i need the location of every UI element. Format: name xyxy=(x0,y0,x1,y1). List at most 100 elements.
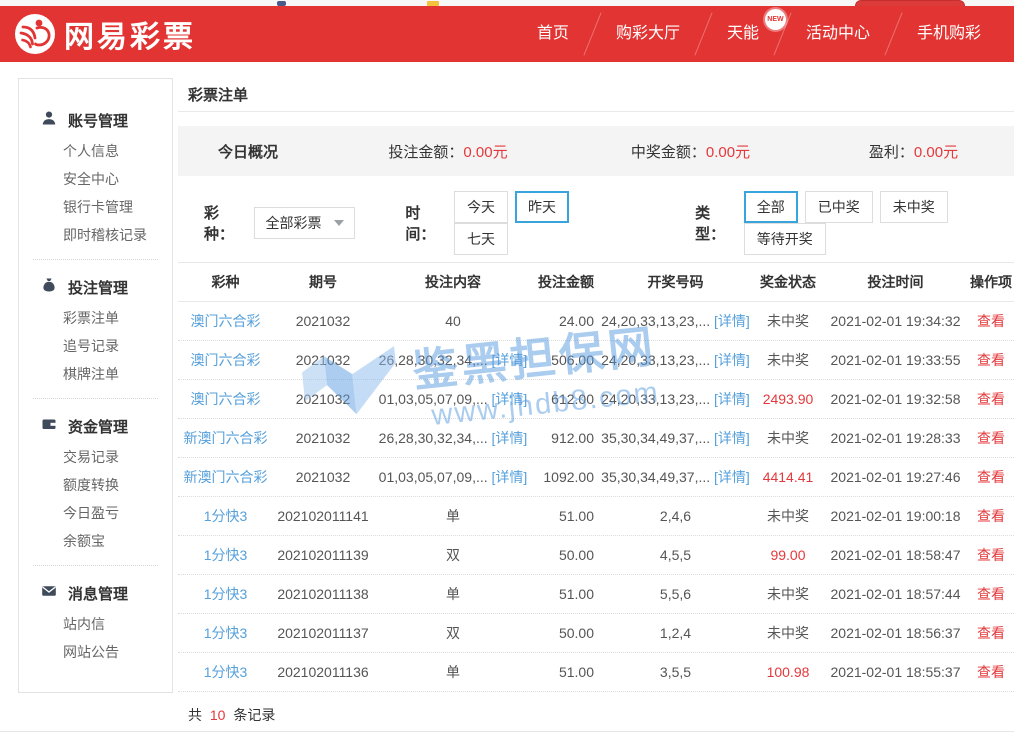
view-link[interactable]: 查看 xyxy=(968,311,1014,331)
bet-amount: 1092.00 xyxy=(533,469,598,485)
bet-content: 双 xyxy=(373,545,533,565)
view-link[interactable]: 查看 xyxy=(968,545,1014,565)
nav-item-0[interactable]: 首页 xyxy=(514,6,592,62)
bet-amount: 612.00 xyxy=(533,391,598,407)
overview-title: 今日概况 xyxy=(178,141,328,162)
user-icon xyxy=(41,110,57,130)
time-btns-2[interactable]: 七天 xyxy=(454,223,508,255)
detail-link[interactable]: [详情] xyxy=(492,391,528,407)
detail-link[interactable]: [详情] xyxy=(714,469,750,485)
draw-numbers: 35,30,34,49,37,... [详情] xyxy=(598,428,753,448)
nav-item-2[interactable]: 天能NEW xyxy=(704,6,782,62)
sidebar-divider xyxy=(33,398,158,399)
column-header-1: 期号 xyxy=(273,272,373,292)
table-row: 澳门六合彩202103201,03,05,07,09,... [详情]612.0… xyxy=(178,380,1014,419)
netease-lottery-logo-icon xyxy=(14,13,56,55)
stat-value: 0.00元 xyxy=(706,144,750,161)
sidebar-item-2-0[interactable]: 交易记录 xyxy=(19,443,172,471)
nav-item-4[interactable]: 手机购彩 xyxy=(894,6,1004,62)
sidebar-item-2-3[interactable]: 余额宝 xyxy=(19,527,172,555)
stat-value: 0.00元 xyxy=(463,144,507,161)
sidebar-divider xyxy=(33,259,158,260)
detail-link[interactable]: [详情] xyxy=(492,352,528,368)
view-link[interactable]: 查看 xyxy=(968,506,1014,526)
lottery-link[interactable]: 澳门六合彩 xyxy=(178,311,273,331)
table-row: 澳门六合彩202103226,28,30,32,34,... [详情]506.0… xyxy=(178,341,1014,380)
lottery-select[interactable]: 全部彩票 xyxy=(254,207,356,239)
time-btns-0[interactable]: 今天 xyxy=(454,191,508,223)
sidebar-item-3-1[interactable]: 网站公告 xyxy=(19,638,172,666)
prize-status: 4414.41 xyxy=(753,469,823,485)
table-row: 1分快3202102011139双50.004,5,599.002021-02-… xyxy=(178,536,1014,575)
lottery-link[interactable]: 1分快3 xyxy=(178,662,273,682)
type-btns-1[interactable]: 已中奖 xyxy=(805,191,873,223)
page-bottom-divider xyxy=(0,731,1014,732)
detail-link[interactable]: [详情] xyxy=(714,313,750,329)
lottery-link[interactable]: 1分快3 xyxy=(178,506,273,526)
view-link[interactable]: 查看 xyxy=(968,467,1014,487)
table-row: 1分快3202102011141单51.002,4,6未中奖2021-02-01… xyxy=(178,497,1014,536)
sidebar-item-1-2[interactable]: 棋牌注单 xyxy=(19,360,172,388)
lottery-link[interactable]: 1分快3 xyxy=(178,545,273,565)
issue-number: 2021032 xyxy=(273,352,373,368)
sidebar-item-0-0[interactable]: 个人信息 xyxy=(19,137,172,165)
type-btns-3[interactable]: 等待开奖 xyxy=(744,223,826,255)
type-btns-0[interactable]: 全部 xyxy=(744,191,798,223)
nav-item-3[interactable]: 活动中心 xyxy=(783,6,893,62)
detail-link[interactable]: [详情] xyxy=(492,469,528,485)
lottery-link[interactable]: 澳门六合彩 xyxy=(178,389,273,409)
sidebar-section-3[interactable]: 消息管理 xyxy=(19,576,172,610)
lottery-link[interactable]: 1分快3 xyxy=(178,623,273,643)
bet-amount: 51.00 xyxy=(533,664,598,680)
detail-link[interactable]: [详情] xyxy=(714,430,750,446)
bet-time: 2021-02-01 18:55:37 xyxy=(823,664,968,680)
view-link[interactable]: 查看 xyxy=(968,623,1014,643)
type-btns-2[interactable]: 未中奖 xyxy=(880,191,948,223)
column-header-0: 彩种 xyxy=(178,272,273,292)
lottery-link[interactable]: 新澳门六合彩 xyxy=(178,467,273,487)
time-btns-1[interactable]: 昨天 xyxy=(515,191,569,223)
draw-numbers-text: 4,5,5 xyxy=(660,547,691,563)
sidebar-item-3-0[interactable]: 站内信 xyxy=(19,610,172,638)
bet-time: 2021-02-01 19:00:18 xyxy=(823,508,968,524)
prize-status: 未中奖 xyxy=(753,428,823,448)
bet-content: 01,03,05,07,09,... [详情] xyxy=(373,389,533,409)
view-link[interactable]: 查看 xyxy=(968,662,1014,682)
view-link[interactable]: 查看 xyxy=(968,350,1014,370)
nav-item-1[interactable]: 购彩大厅 xyxy=(593,6,703,62)
draw-numbers-text: 24,20,33,13,23,... xyxy=(601,313,710,329)
sidebar-item-1-0[interactable]: 彩票注单 xyxy=(19,304,172,332)
view-link[interactable]: 查看 xyxy=(968,389,1014,409)
sidebar-item-2-2[interactable]: 今日盈亏 xyxy=(19,499,172,527)
sidebar-section-0[interactable]: 账号管理 xyxy=(19,103,172,137)
sidebar-section-1[interactable]: 投注管理 xyxy=(19,270,172,304)
draw-numbers-text: 24,20,33,13,23,... xyxy=(601,391,710,407)
bet-content-text: 双 xyxy=(446,547,460,563)
lottery-link[interactable]: 1分快3 xyxy=(178,584,273,604)
sidebar-section-2[interactable]: 资金管理 xyxy=(19,409,172,443)
page-title: 彩票注单 xyxy=(188,84,1004,105)
detail-link[interactable]: [详情] xyxy=(714,352,750,368)
type-filter-label: 类型： xyxy=(695,202,737,244)
lottery-link[interactable]: 澳门六合彩 xyxy=(178,350,273,370)
sidebar-item-0-2[interactable]: 银行卡管理 xyxy=(19,193,172,221)
table-row: 1分快3202102011138单51.005,5,6未中奖2021-02-01… xyxy=(178,575,1014,614)
sidebar-item-1-1[interactable]: 追号记录 xyxy=(19,332,172,360)
sidebar-item-0-1[interactable]: 安全中心 xyxy=(19,165,172,193)
sidebar-section-title: 消息管理 xyxy=(68,583,128,604)
bet-content: 01,03,05,07,09,... [详情] xyxy=(373,467,533,487)
lottery-link[interactable]: 新澳门六合彩 xyxy=(178,428,273,448)
view-link[interactable]: 查看 xyxy=(968,428,1014,448)
sidebar-item-0-3[interactable]: 即时稽核记录 xyxy=(19,221,172,249)
bet-time: 2021-02-01 19:32:58 xyxy=(823,391,968,407)
sidebar-item-2-1[interactable]: 额度转换 xyxy=(19,471,172,499)
view-link[interactable]: 查看 xyxy=(968,584,1014,604)
detail-link[interactable]: [详情] xyxy=(714,391,750,407)
prize-status: 未中奖 xyxy=(753,623,823,643)
bet-amount: 912.00 xyxy=(533,430,598,446)
draw-numbers: 3,5,5 xyxy=(598,664,753,680)
site-logo[interactable]: 网易彩票 xyxy=(14,12,196,56)
bet-content: 40 xyxy=(373,313,533,329)
table-row: 1分快3202102011136单51.003,5,5100.982021-02… xyxy=(178,653,1014,692)
detail-link[interactable]: [详情] xyxy=(492,430,528,446)
